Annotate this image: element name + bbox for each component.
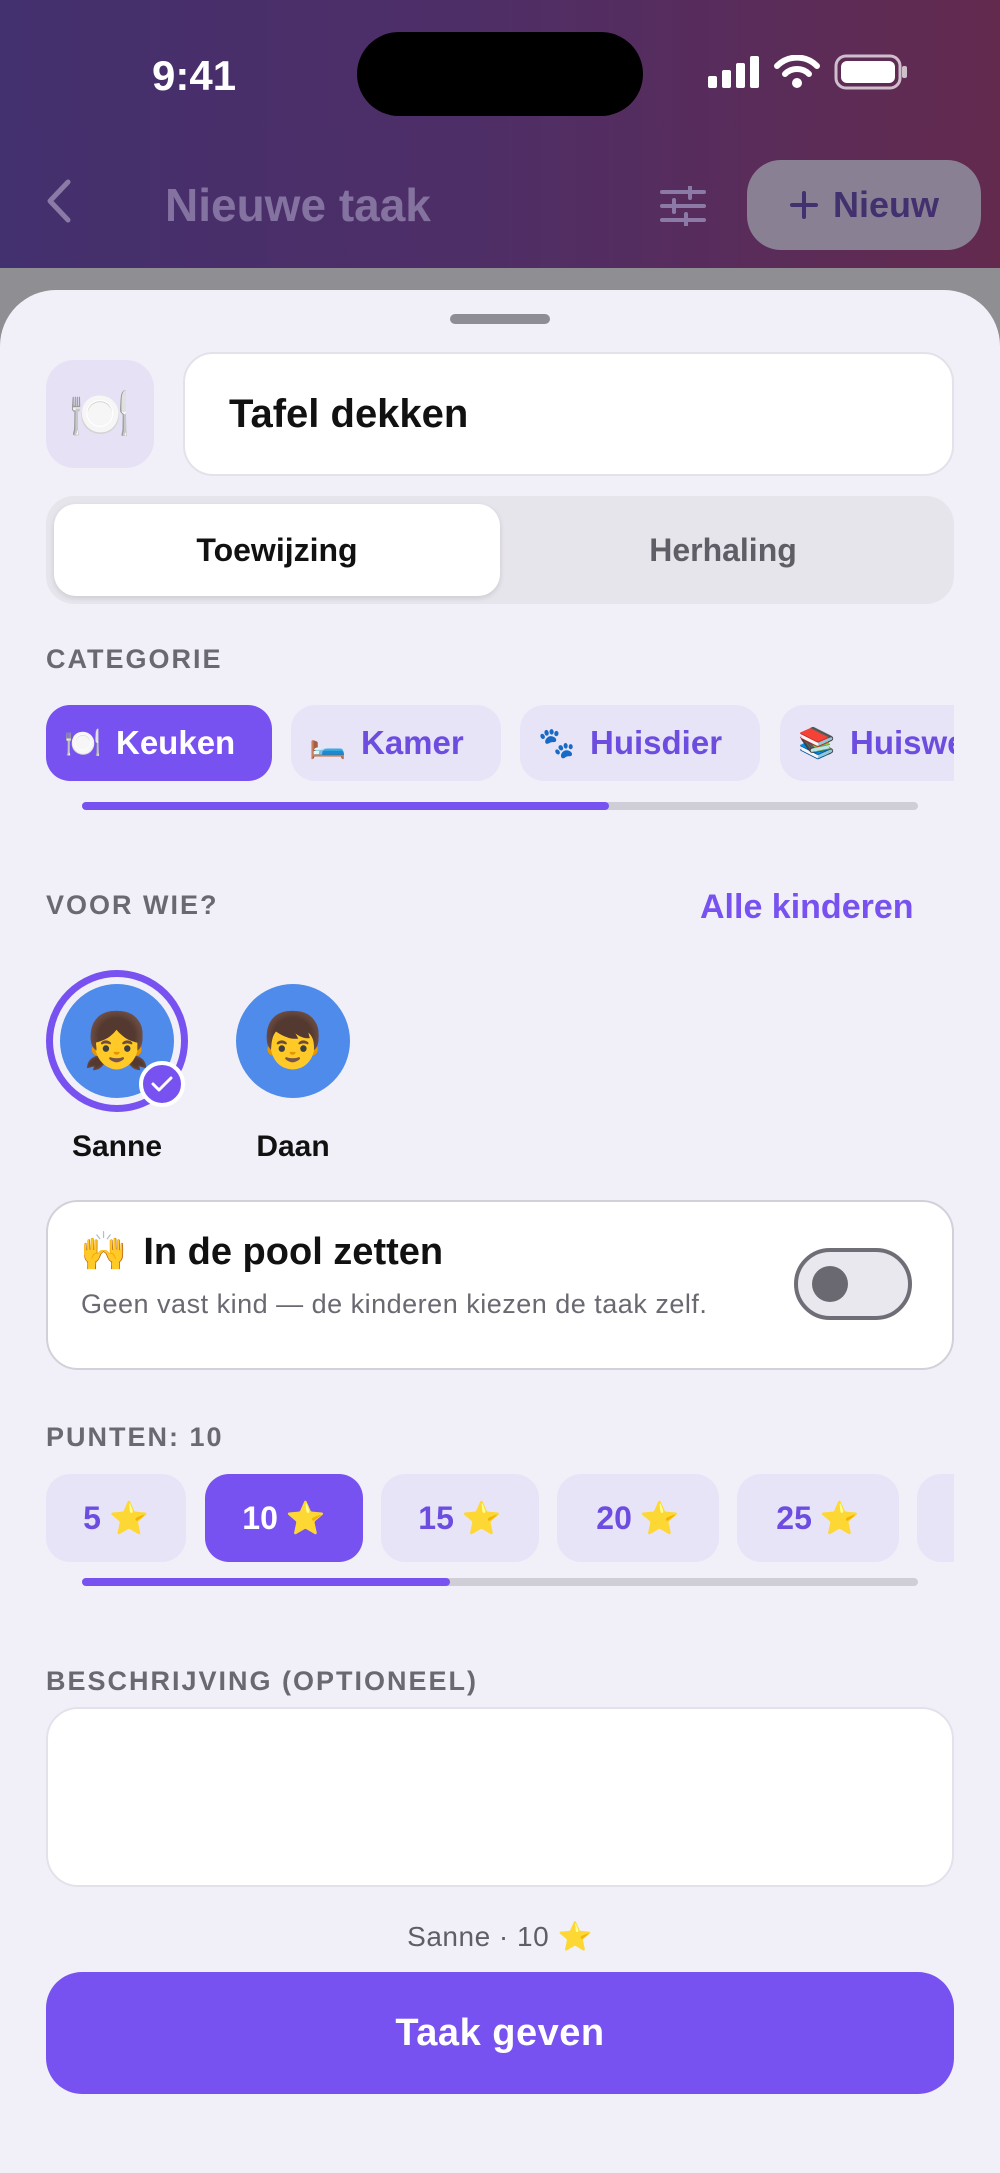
points-chip-5[interactable]: 5 ⭐	[46, 1474, 186, 1562]
star-icon: ⭐	[108, 1500, 149, 1536]
points-scroll-thumb[interactable]	[82, 1578, 450, 1586]
category-chip-huiswerk[interactable]: 📚 Huiswerk	[780, 705, 954, 781]
kid-name: Daan	[256, 1130, 330, 1163]
star-icon: ⭐	[639, 1500, 680, 1536]
category-chip-label: Huiswerk	[850, 724, 954, 761]
category-chip-huisdier[interactable]: 🐾 Huisdier	[520, 705, 760, 781]
tab-herhaling[interactable]: Herhaling	[500, 504, 946, 596]
new-task-button[interactable]: Nieuw	[747, 160, 981, 250]
tab-toewijzing[interactable]: Toewijzing	[54, 504, 500, 596]
star-icon: ⭐	[461, 1500, 502, 1536]
pool-toggle[interactable]	[794, 1248, 912, 1320]
paw-icon: 🐾	[538, 726, 576, 760]
points-label: PUNTEN: 10	[46, 1422, 224, 1452]
category-chip-label: Kamer	[361, 724, 464, 761]
chevron-left-icon	[47, 179, 71, 223]
sliders-icon	[660, 184, 706, 228]
avatar-selected-ring: 👧	[46, 970, 188, 1112]
points-chip-15[interactable]: 15 ⭐	[381, 1474, 539, 1562]
description-label: BESCHRIJVING (OPTIONEEL)	[46, 1666, 479, 1696]
signal-icon	[708, 56, 759, 88]
points-value: 5	[83, 1499, 101, 1536]
back-button[interactable]	[44, 178, 74, 229]
assignment-summary: Sanne · 10 ⭐	[407, 1921, 593, 1952]
app-header: 9:41 Nieuwe taak Nieuw	[0, 0, 1000, 300]
plus-icon	[789, 191, 818, 219]
points-chip-25[interactable]: 25 ⭐	[737, 1474, 899, 1562]
battery-icon	[834, 54, 907, 90]
wifi-icon	[774, 55, 820, 88]
avatar-ring: 👦	[222, 970, 364, 1112]
kid-name: Sanne	[71, 1130, 163, 1163]
bed-icon: 🛏️	[309, 726, 347, 760]
points-value: 15	[418, 1499, 454, 1536]
sheet-grabber[interactable]	[450, 314, 550, 324]
for-whom-label: VOOR WIE?	[46, 890, 219, 920]
category-scrollbar[interactable]	[82, 802, 918, 810]
points-value: 25	[776, 1499, 812, 1536]
dynamic-island	[357, 32, 643, 116]
points-chip-30[interactable]: 30 ⭐	[917, 1474, 954, 1562]
description-input[interactable]	[46, 1707, 954, 1887]
plate-icon: 🍽️	[64, 726, 102, 760]
category-chip-list[interactable]: 🍽️ Keuken 🛏️ Kamer 🐾 Huisdier 📚 Huiswerk	[46, 705, 954, 781]
points-value: 10	[242, 1499, 278, 1536]
new-task-sheet: 🍽️ Tafel dekken Toewijzing Herhaling CAT…	[0, 290, 1000, 2173]
girl-icon: 👧	[83, 1010, 151, 1071]
category-label: CATEGORIE	[46, 644, 223, 674]
boy-icon: 👦	[259, 1010, 327, 1071]
category-chip-keuken[interactable]: 🍽️ Keuken	[46, 705, 272, 781]
points-chip-list[interactable]: 5 ⭐ 10 ⭐ 15 ⭐ 20 ⭐ 25 ⭐ 30 ⭐	[46, 1474, 954, 1562]
kid-daan[interactable]: 👦 Daan	[222, 970, 364, 1164]
category-chip-label: Keuken	[116, 724, 236, 761]
checkmark-icon	[151, 1076, 173, 1092]
books-icon: 📚	[798, 726, 836, 760]
checkmark-badge	[139, 1061, 185, 1107]
pool-description: Geen vast kind — de kinderen kiezen de t…	[81, 1289, 708, 1319]
points-scrollbar[interactable]	[82, 1578, 918, 1586]
category-chip-kamer[interactable]: 🛏️ Kamer	[291, 705, 501, 781]
filter-button[interactable]	[660, 184, 706, 231]
pool-card: 🙌 In de pool zetten Geen vast kind — de …	[46, 1200, 954, 1370]
pool-title: In de pool zetten	[143, 1230, 444, 1273]
give-task-button[interactable]: Taak geven	[46, 1972, 954, 2094]
task-name-input[interactable]: Tafel dekken	[183, 352, 954, 476]
kid-sanne[interactable]: 👧 Sanne	[46, 970, 188, 1164]
points-chip-20[interactable]: 20 ⭐	[557, 1474, 719, 1562]
category-scroll-thumb[interactable]	[82, 802, 609, 810]
star-icon: ⭐	[819, 1500, 860, 1536]
avatar: 👦	[236, 984, 350, 1098]
status-time: 9:41	[152, 52, 237, 99]
all-kids-button[interactable]: Alle kinderen	[700, 888, 914, 927]
star-icon: ⭐	[285, 1500, 326, 1536]
toggle-knob	[812, 1266, 848, 1302]
status-icons	[708, 54, 908, 90]
category-chip-label: Huisdier	[590, 724, 723, 761]
plate-icon: 🍽️	[68, 385, 132, 442]
pool-title-row: 🙌 In de pool zetten	[80, 1230, 443, 1274]
new-task-label: Nieuw	[832, 184, 939, 225]
raised-hands-icon: 🙌	[80, 1231, 128, 1273]
segmented-control: Toewijzing Herhaling	[46, 496, 954, 604]
task-emoji-picker[interactable]: 🍽️	[46, 360, 154, 468]
points-chip-10[interactable]: 10 ⭐	[205, 1474, 363, 1562]
points-value: 20	[596, 1499, 632, 1536]
page-title: Nieuwe taak	[165, 179, 431, 231]
